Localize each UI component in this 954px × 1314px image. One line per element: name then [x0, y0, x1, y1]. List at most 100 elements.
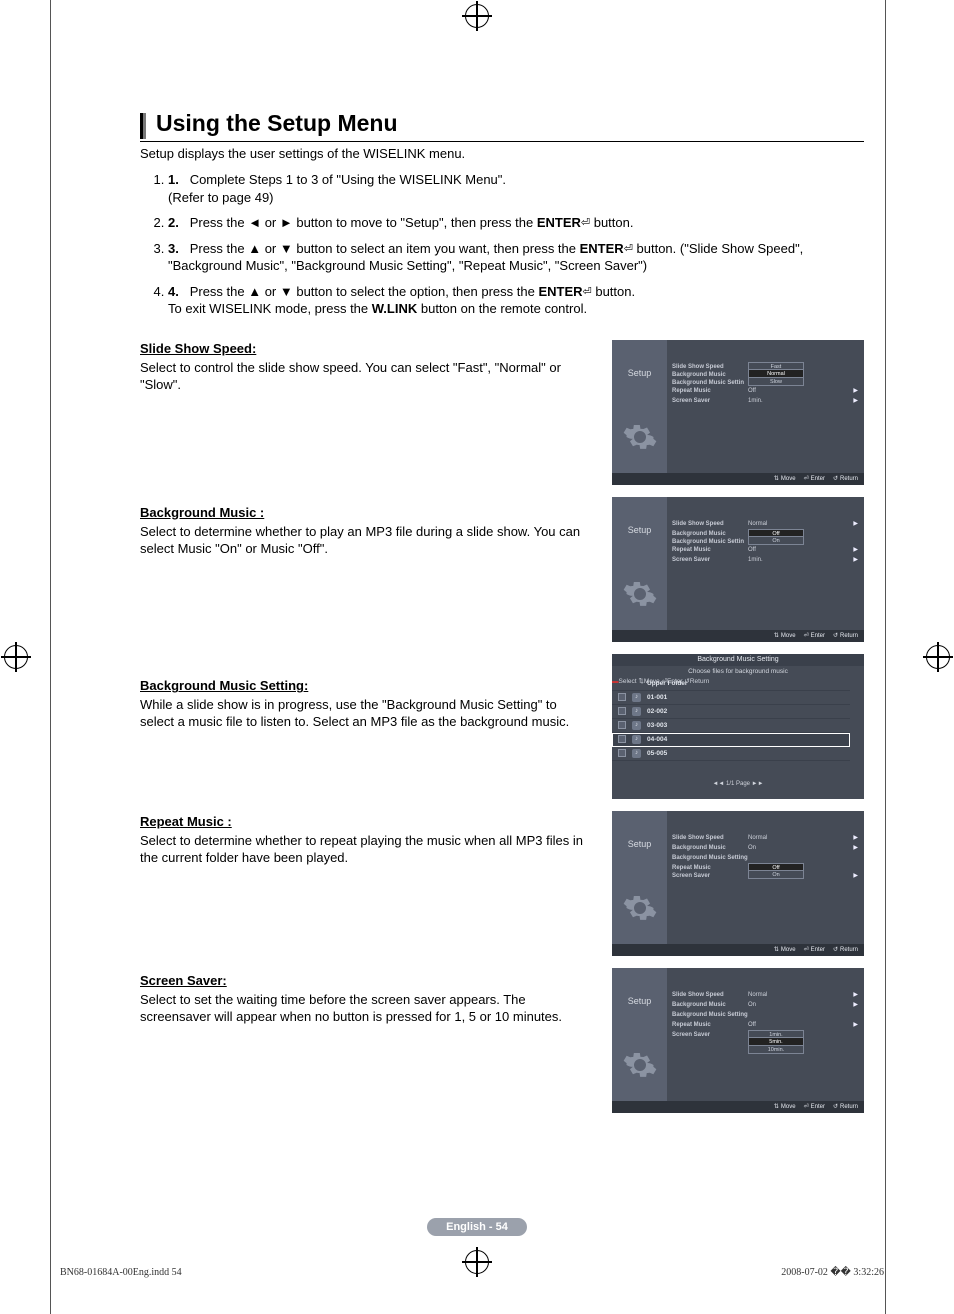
osd-sidebar-label: Setup — [628, 525, 652, 535]
checkbox-icon — [618, 749, 626, 757]
nav-label: Enter — [811, 1104, 825, 1110]
osd-navbar: ⇅Move ⏎Enter ↺Return — [612, 944, 864, 956]
nav-label: Return — [840, 947, 858, 953]
section-head: Repeat Music : — [140, 814, 232, 829]
osd-row-value: On — [748, 845, 808, 851]
osd-row-label: Repeat Music — [672, 1022, 748, 1028]
list-item-label: Upper Folder — [647, 680, 687, 687]
enter-icon: ⏎ — [624, 243, 633, 255]
osd-row-label: Repeat Music — [672, 388, 748, 394]
osd-row-label: Background Music Setting — [672, 1012, 748, 1018]
gear-icon — [622, 890, 658, 926]
gear-icon — [622, 419, 658, 455]
osd-screen-saver: WISELINK Setup Slide Show SpeedNormal▶ B… — [612, 968, 864, 1113]
osd-row-label: Screen Saver — [672, 1032, 748, 1038]
osd-background-music-setting: Background Music Setting Choose files fo… — [612, 654, 864, 799]
step-item: 2. Press the ◄ or ► button to move to "S… — [168, 214, 864, 232]
osd-row-label: Background Music Settin — [672, 380, 748, 386]
osd-row-label: Slide Show Speed — [672, 992, 748, 998]
updown-icon: ⇅ — [774, 1103, 779, 1110]
list-item: ♪03-003 — [612, 719, 850, 733]
registration-mark-icon — [926, 645, 950, 669]
music-icon: ♪ — [632, 749, 641, 758]
osd-navbar: ⇅Move ⏎Enter ↺Return — [612, 1101, 864, 1113]
enter-icon: ⏎ — [581, 217, 590, 229]
nav-label: Return — [840, 633, 858, 639]
osd-slide-show-speed: WISELINK Setup Slide Show Speed Fast Bac… — [612, 340, 864, 485]
osd-navbar: ⇅Move ⏎Enter ↺Return — [612, 630, 864, 642]
return-icon: ↺ — [833, 475, 838, 482]
nav-label: Move — [781, 1104, 796, 1110]
arrow-right-icon: ▶ — [853, 520, 858, 527]
osd-title: Background Music Setting — [612, 654, 864, 666]
nav-label: Enter — [811, 476, 825, 482]
nav-label: Move — [781, 633, 796, 639]
registration-mark-icon — [465, 4, 489, 28]
list-item: ♪02-002 — [612, 705, 850, 719]
bold-label: ENTER — [537, 215, 581, 230]
osd-option-selected: Off — [748, 863, 804, 871]
osd-sidebar-label: Setup — [628, 839, 652, 849]
osd-row-label: Background Music — [672, 531, 748, 537]
section-head: Slide Show Speed: — [140, 341, 256, 356]
osd-row-label: Slide Show Speed — [672, 521, 748, 527]
section-body: While a slide show is in progress, use t… — [140, 697, 594, 731]
gear-icon — [622, 576, 658, 612]
list-item: ♪ 05-005 — [612, 747, 850, 761]
checkbox-icon — [618, 693, 626, 701]
section-body: Select to determine whether to play an M… — [140, 524, 594, 558]
osd-sidebar: Setup — [612, 497, 667, 630]
list-item-label: 02-002 — [647, 708, 667, 715]
section-body: Select to set the waiting time before th… — [140, 992, 594, 1026]
nav-label: Return — [840, 476, 858, 482]
section-head: Background Music : — [140, 505, 264, 520]
updown-icon: ⇅ — [774, 475, 779, 482]
arrow-right-icon: ▶ — [853, 1021, 858, 1028]
list-item: Upper Folder — [612, 677, 850, 691]
list-item: ♪01-001 — [612, 691, 850, 705]
step-item: 1. Complete Steps 1 to 3 of "Using the W… — [168, 171, 864, 206]
step-text: To exit WISELINK mode, press the — [168, 301, 372, 316]
osd-row-label: Screen Saver — [672, 557, 748, 563]
crop-mark-right — [885, 0, 886, 1314]
page-title-block: Using the Setup Menu — [140, 110, 864, 142]
updown-icon: ⇅ — [774, 632, 779, 639]
osd-row-value: On — [748, 1002, 808, 1008]
page-number-pill: English - 54 — [427, 1218, 527, 1236]
osd-sidebar: Setup — [612, 340, 667, 473]
osd-row-label: Slide Show Speed — [672, 364, 748, 370]
enter-icon: ⏎ — [804, 475, 809, 482]
arrow-right-icon: ▶ — [853, 991, 858, 998]
section-body: Select to control the slide show speed. … — [140, 360, 594, 394]
osd-row-label: Background Music — [672, 372, 748, 378]
descriptions-column: Slide Show Speed: Select to control the … — [140, 340, 594, 1113]
arrow-right-icon: ▶ — [853, 844, 858, 851]
arrow-right-icon: ▶ — [853, 556, 858, 563]
step-text: button. — [592, 284, 635, 299]
nav-label: Enter — [811, 947, 825, 953]
osd-option: Fast — [748, 362, 804, 370]
osd-sidebar: Setup — [612, 968, 667, 1101]
bold-label: ENTER — [538, 284, 582, 299]
osd-row-label: Repeat Music — [672, 547, 748, 553]
osd-row-label: Screen Saver — [672, 873, 748, 879]
arrow-right-icon: ▶ — [853, 834, 858, 841]
osd-sidebar-label: Setup — [628, 368, 652, 378]
osd-option: Slow — [748, 378, 804, 386]
list-item-label: 03-003 — [647, 722, 667, 729]
updown-icon: ⇅ — [774, 946, 779, 953]
crop-mark-left — [50, 0, 51, 1314]
list-item-label: 05-005 — [647, 750, 667, 757]
enter-icon: ⏎ — [804, 1103, 809, 1110]
registration-mark-icon — [4, 645, 28, 669]
music-icon: ♪ — [632, 693, 641, 702]
osd-row-value: Off — [748, 388, 808, 394]
section-head: Background Music Setting: — [140, 678, 308, 693]
osd-row-label: Background Music — [672, 845, 748, 851]
osd-option: 10min. — [748, 1046, 804, 1054]
checkbox-icon — [618, 707, 626, 715]
osd-navbar: ⇅Move ⏎Enter ↺Return — [612, 473, 864, 485]
arrow-right-icon: ▶ — [853, 546, 858, 553]
enter-icon: ⏎ — [804, 946, 809, 953]
osd-row-label: Repeat Music — [672, 865, 748, 871]
